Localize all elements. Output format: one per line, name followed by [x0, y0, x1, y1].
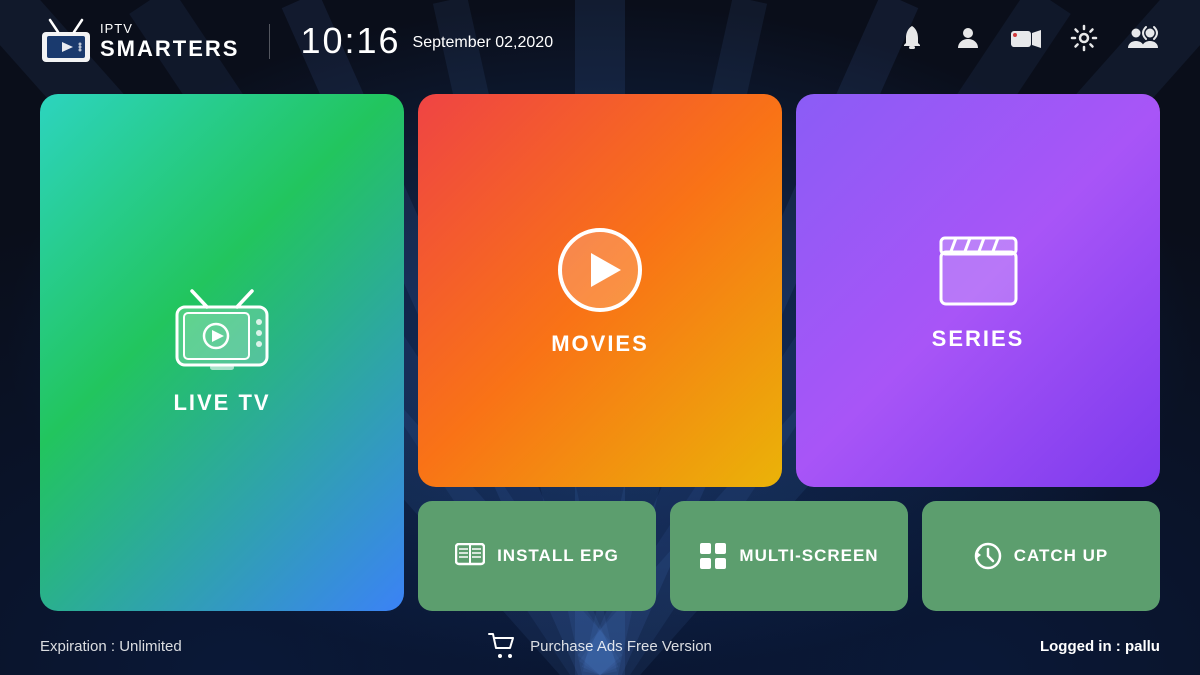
cart-icon: [488, 633, 518, 659]
multi-screen-label: MULTI-SCREEN: [739, 546, 878, 566]
logged-in-label: Logged in :: [1040, 638, 1125, 655]
catch-up-card[interactable]: CATCH UP: [922, 501, 1160, 611]
logged-in-info: Logged in : pallu: [787, 638, 1160, 655]
logo-tv-icon: [40, 18, 92, 64]
install-epg-icon: [455, 543, 485, 569]
logo: IPTV SMARTERS: [40, 18, 239, 64]
header-icons: REC: [898, 24, 1160, 59]
header: IPTV SMARTERS 10:16 September 02,2020: [40, 0, 1160, 74]
time-section: 10:16 September 02,2020: [300, 20, 878, 62]
install-epg-label: INSTALL EPG: [497, 546, 619, 566]
switch-user-icon[interactable]: [1126, 24, 1160, 59]
catch-up-icon: [974, 542, 1002, 570]
install-epg-card[interactable]: INSTALL EPG: [418, 501, 656, 611]
logged-in-user: pallu: [1125, 638, 1160, 655]
clock-display: 10:16: [300, 20, 400, 62]
logo-text: IPTV SMARTERS: [100, 21, 239, 62]
live-tv-card[interactable]: LIVE TV: [40, 94, 404, 611]
bottom-row: INSTALL EPG MULTI-SCREEN CATCH UP: [418, 501, 1160, 611]
header-divider: [269, 24, 270, 59]
series-icon: [936, 230, 1021, 310]
movies-card[interactable]: MOVIES: [418, 94, 782, 487]
series-card[interactable]: SERIES: [796, 94, 1160, 487]
notification-icon[interactable]: [898, 24, 926, 59]
movies-icon: [555, 225, 645, 315]
profile-icon[interactable]: [954, 24, 982, 59]
expiration-info: Expiration : Unlimited: [40, 638, 413, 655]
settings-icon[interactable]: [1070, 24, 1098, 59]
live-tv-label: LIVE TV: [173, 390, 270, 416]
svg-text:REC: REC: [1013, 43, 1024, 49]
multi-screen-card[interactable]: MULTI-SCREEN: [670, 501, 908, 611]
main-grid: LIVE TV MOVIES SERIES INSTALL EPG MULTI-…: [40, 74, 1160, 621]
catch-up-label: CATCH UP: [1014, 546, 1109, 566]
series-label: SERIES: [932, 326, 1025, 352]
movies-label: MOVIES: [551, 331, 649, 357]
purchase-label: Purchase Ads Free Version: [530, 638, 712, 655]
live-tv-icon: [172, 289, 272, 374]
logo-iptv-label: IPTV: [100, 21, 239, 36]
expiration-label: Expiration : Unlimited: [40, 638, 182, 655]
multi-screen-icon: [699, 542, 727, 570]
date-display: September 02,2020: [413, 34, 554, 52]
logo-smarters-label: SMARTERS: [100, 36, 239, 62]
record-icon[interactable]: REC: [1010, 26, 1042, 57]
purchase-info[interactable]: Purchase Ads Free Version: [413, 633, 786, 659]
footer: Expiration : Unlimited Purchase Ads Free…: [40, 621, 1160, 675]
